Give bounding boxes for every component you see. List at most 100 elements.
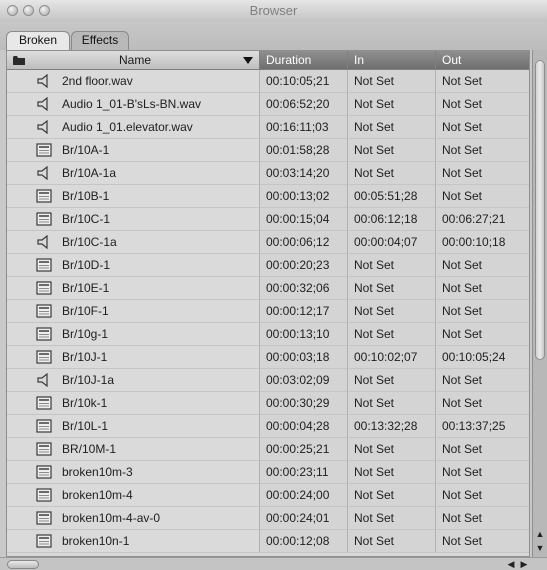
duration-cell: 00:00:32;06 bbox=[260, 277, 348, 300]
film-clip-icon bbox=[36, 304, 52, 318]
out-point-cell: Not Set bbox=[436, 116, 529, 139]
scroll-up-arrow-icon[interactable]: ▲ bbox=[535, 528, 545, 540]
clip-name-cell: Audio 1_01.elevator.wav bbox=[7, 116, 260, 139]
in-point-cell: Not Set bbox=[348, 438, 436, 461]
clip-name-cell: Br/10E-1 bbox=[7, 277, 260, 300]
clip-name: Br/10J-1 bbox=[62, 350, 108, 364]
clip-list: 2nd floor.wav 00:10:05;21 Not Set Not Set Au… bbox=[7, 70, 529, 553]
duration-cell: 00:10:05;21 bbox=[260, 70, 348, 93]
duration-cell: 00:01:58;28 bbox=[260, 139, 348, 162]
vertical-scrollbar[interactable]: ▲ ▼ bbox=[532, 50, 547, 557]
film-clip-icon bbox=[36, 396, 52, 410]
duration-cell: 00:00:30;29 bbox=[260, 392, 348, 415]
out-point-cell: Not Set bbox=[436, 507, 529, 530]
in-point-cell: 00:10:02;07 bbox=[348, 346, 436, 369]
out-point-cell: Not Set bbox=[436, 438, 529, 461]
out-point-cell: Not Set bbox=[436, 530, 529, 553]
film-clip-icon bbox=[36, 488, 52, 502]
table-row[interactable]: Br/10C-1 00:00:15;04 00:06:12;18 00:06:27;2… bbox=[7, 208, 529, 231]
out-point-cell: Not Set bbox=[436, 484, 529, 507]
film-clip-icon bbox=[36, 350, 52, 364]
scroll-left-arrow-icon[interactable]: ◀ bbox=[505, 558, 517, 570]
sort-descending-icon[interactable] bbox=[243, 57, 253, 65]
table-row[interactable]: Audio 1_01.elevator.wav 00:16:11;03 Not Se… bbox=[7, 116, 529, 139]
table-row[interactable]: Br/10F-1 00:00:12;17 Not Set Not Set bbox=[7, 300, 529, 323]
clip-name: Audio 1_01.elevator.wav bbox=[62, 120, 193, 134]
in-point-cell: 00:05:51;28 bbox=[348, 185, 436, 208]
film-clip-icon bbox=[36, 511, 52, 525]
tab-broken[interactable]: Broken bbox=[6, 31, 70, 50]
column-header-duration[interactable]: Duration bbox=[260, 51, 348, 70]
table-row[interactable]: Br/10E-1 00:00:32;06 Not Set Not Set bbox=[7, 277, 529, 300]
in-point-cell: Not Set bbox=[348, 461, 436, 484]
in-point-cell: Not Set bbox=[348, 323, 436, 346]
table-row[interactable]: Br/10k-1 00:00:30;29 Not Set Not Set bbox=[7, 392, 529, 415]
in-point-cell: 00:00:04;07 bbox=[348, 231, 436, 254]
horizontal-scroll-thumb[interactable] bbox=[7, 560, 39, 569]
in-point-cell: Not Set bbox=[348, 116, 436, 139]
table-row[interactable]: 2nd floor.wav 00:10:05;21 Not Set Not Set bbox=[7, 70, 529, 93]
table-row[interactable]: Br/10g-1 00:00:13;10 Not Set Not Set bbox=[7, 323, 529, 346]
out-point-cell: Not Set bbox=[436, 277, 529, 300]
out-point-cell: 00:10:05;24 bbox=[436, 346, 529, 369]
speaker-icon bbox=[37, 373, 48, 387]
clip-name: Br/10A-1 bbox=[62, 143, 110, 157]
tab-effects[interactable]: Effects bbox=[71, 31, 129, 50]
horizontal-scrollbar[interactable]: ◀ ▶ bbox=[0, 557, 547, 570]
table-row[interactable]: Br/10J-1a 00:03:02;09 Not Set Not Set bbox=[7, 369, 529, 392]
clip-name-cell: Br/10C-1a bbox=[7, 231, 260, 254]
clip-name-cell: Br/10C-1 bbox=[7, 208, 260, 231]
clip-name: 2nd floor.wav bbox=[62, 74, 133, 88]
clip-name-cell: BR/10M-1 bbox=[7, 438, 260, 461]
table-row[interactable]: broken10n-1 00:00:12;08 Not Set Not Set bbox=[7, 530, 529, 553]
out-point-cell: 00:13:37;25 bbox=[436, 415, 529, 438]
film-clip-icon bbox=[36, 419, 52, 433]
table-row[interactable]: broken10m-4 00:00:24;00 Not Set Not Set bbox=[7, 484, 529, 507]
table-row[interactable]: Br/10D-1 00:00:20;23 Not Set Not Set bbox=[7, 254, 529, 277]
table-row[interactable]: BR/10M-1 00:00:25;21 Not Set Not Set bbox=[7, 438, 529, 461]
out-point-cell: Not Set bbox=[436, 392, 529, 415]
duration-cell: 00:00:24;01 bbox=[260, 507, 348, 530]
scroll-right-arrow-icon[interactable]: ▶ bbox=[518, 558, 530, 570]
scroll-down-arrow-icon[interactable]: ▼ bbox=[535, 542, 545, 554]
clip-name-cell: Audio 1_01-B'sLs-BN.wav bbox=[7, 93, 260, 116]
table-row[interactable]: broken10m-4-av-0 00:00:24;01 Not Set Not Se… bbox=[7, 507, 529, 530]
duration-cell: 00:00:20;23 bbox=[260, 254, 348, 277]
table-row[interactable]: Br/10A-1 00:01:58;28 Not Set Not Set bbox=[7, 139, 529, 162]
clip-name: broken10m-4 bbox=[62, 488, 133, 502]
vertical-scroll-thumb[interactable] bbox=[535, 60, 545, 360]
table-row[interactable]: Br/10J-1 00:00:03;18 00:10:02;07 00:10:05;2… bbox=[7, 346, 529, 369]
in-point-cell: Not Set bbox=[348, 369, 436, 392]
column-header-out[interactable]: Out bbox=[436, 51, 529, 70]
clip-name-cell: broken10m-4-av-0 bbox=[7, 507, 260, 530]
clip-name: Br/10E-1 bbox=[62, 281, 110, 295]
clip-name-cell: Br/10D-1 bbox=[7, 254, 260, 277]
in-point-cell: Not Set bbox=[348, 300, 436, 323]
table-row[interactable]: broken10m-3 00:00:23;11 Not Set Not Set bbox=[7, 461, 529, 484]
table-row[interactable]: Br/10A-1a 00:03:14;20 Not Set Not Set bbox=[7, 162, 529, 185]
film-clip-icon bbox=[36, 189, 52, 203]
browser-window: Browser Broken Effects Name Duration In … bbox=[0, 0, 547, 570]
tab-bar: Broken Effects bbox=[0, 22, 547, 50]
duration-cell: 00:03:14;20 bbox=[260, 162, 348, 185]
out-point-cell: Not Set bbox=[436, 254, 529, 277]
clip-name-cell: Br/10A-1a bbox=[7, 162, 260, 185]
clip-name-cell: 2nd floor.wav bbox=[7, 70, 260, 93]
column-header-in[interactable]: In bbox=[348, 51, 436, 70]
table-row[interactable]: Audio 1_01-B'sLs-BN.wav 00:06:52;20 Not Se… bbox=[7, 93, 529, 116]
browser-table: Name Duration In Out 2nd floor.wav 00:10:… bbox=[6, 50, 530, 557]
speaker-icon bbox=[37, 235, 48, 249]
window-title: Browser bbox=[249, 3, 298, 18]
clip-name: broken10m-4-av-0 bbox=[62, 511, 161, 525]
in-point-cell: Not Set bbox=[348, 484, 436, 507]
out-point-cell: Not Set bbox=[436, 139, 529, 162]
in-point-cell: Not Set bbox=[348, 277, 436, 300]
clip-name: Br/10A-1a bbox=[62, 166, 117, 180]
table-row[interactable]: Br/10L-1 00:00:04;28 00:13:32;28 00:13:37;2… bbox=[7, 415, 529, 438]
clip-name-cell: broken10n-1 bbox=[7, 530, 260, 553]
table-row[interactable]: Br/10C-1a 00:00:06;12 00:00:04;07 00:00:10;… bbox=[7, 231, 529, 254]
column-header-name[interactable]: Name bbox=[7, 51, 260, 70]
film-clip-icon bbox=[36, 534, 52, 548]
clip-name-cell: Br/10J-1a bbox=[7, 369, 260, 392]
table-row[interactable]: Br/10B-1 00:00:13;02 00:05:51;28 Not Set bbox=[7, 185, 529, 208]
